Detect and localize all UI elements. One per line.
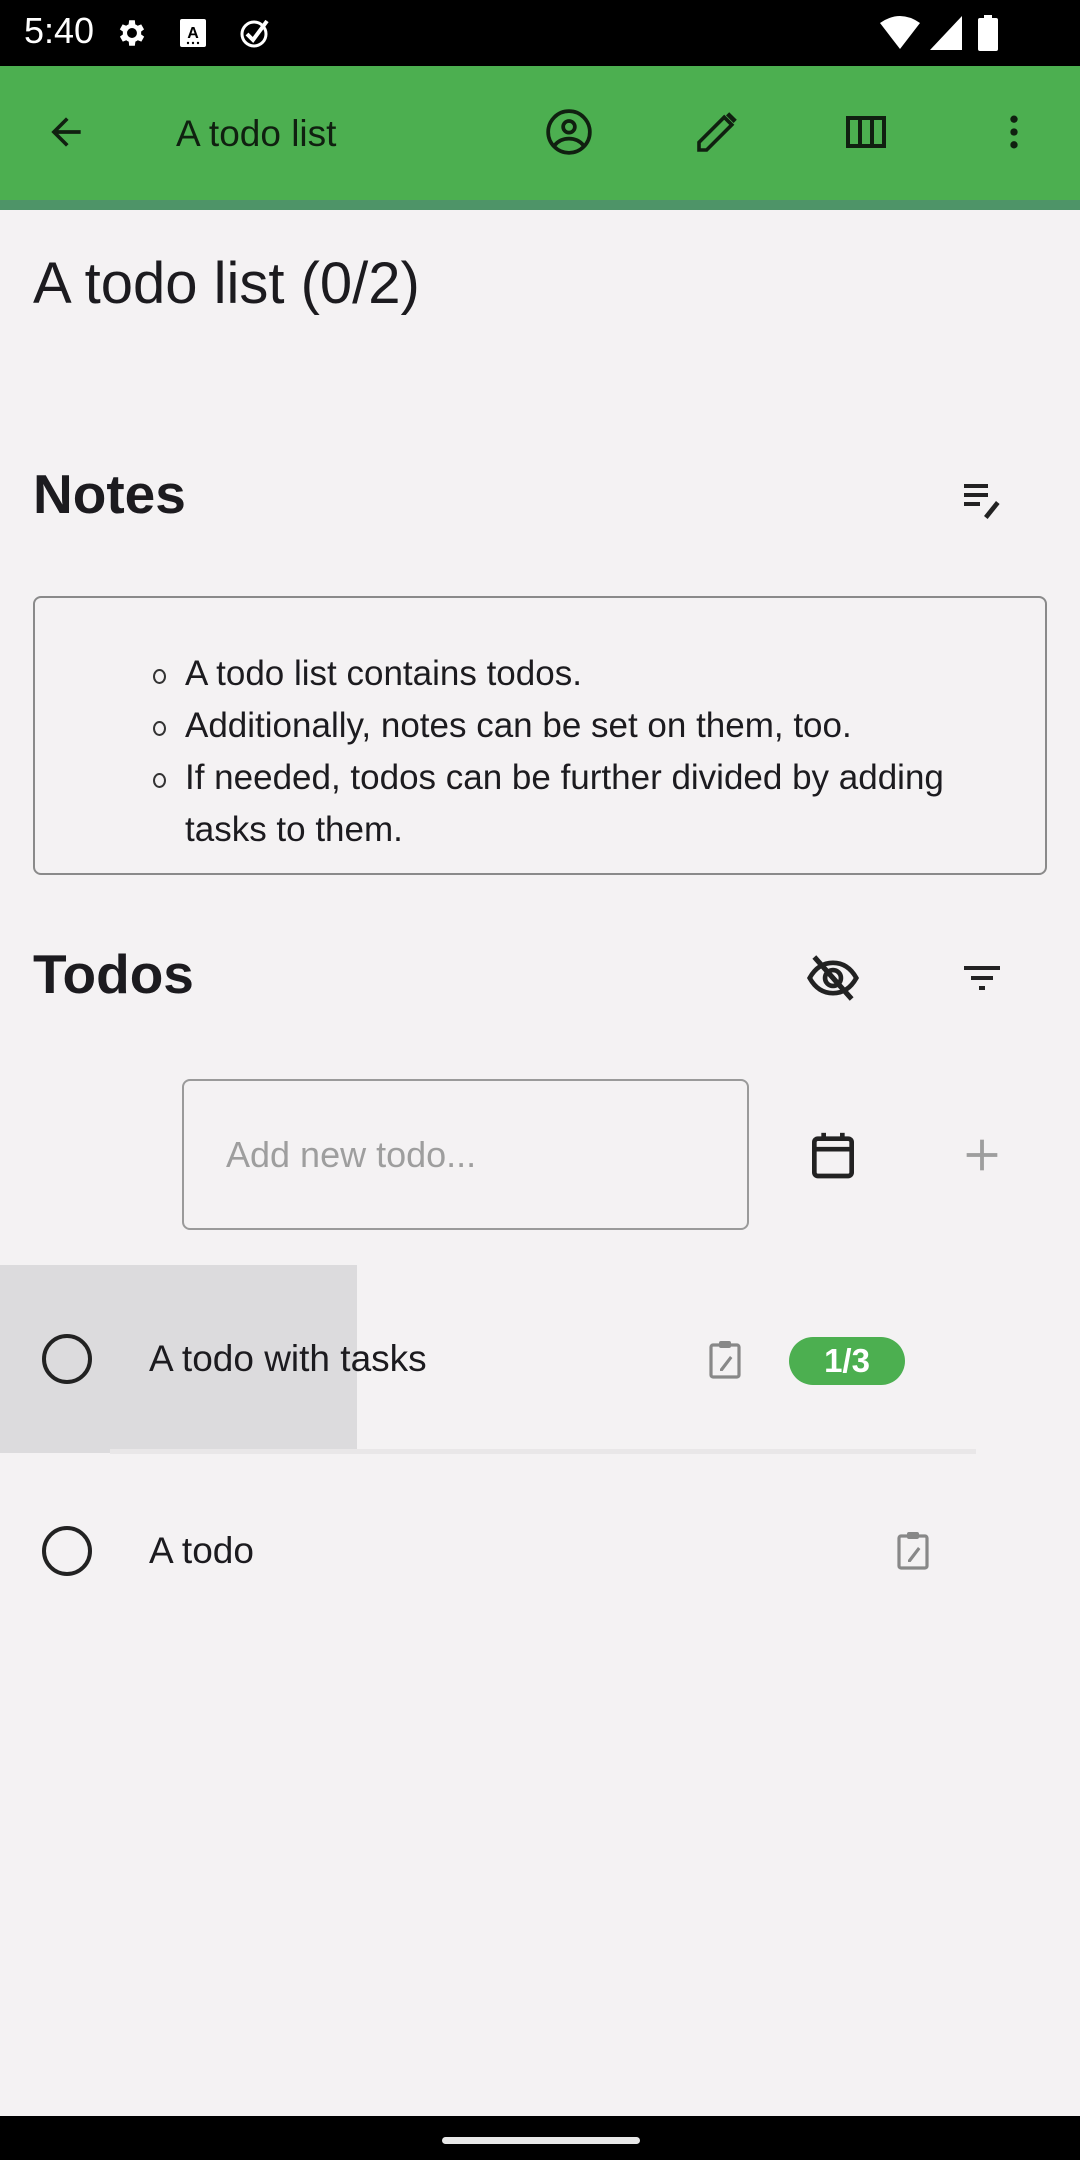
- todo-row[interactable]: A todo with tasks 1/3: [0, 1265, 1080, 1454]
- toolbar-shadow: [0, 200, 1080, 210]
- page-title: A todo list (0/2): [33, 251, 420, 316]
- plus-icon: [966, 1139, 998, 1171]
- battery-icon: [976, 14, 1000, 52]
- svg-text:A: A: [187, 25, 199, 42]
- filter-button[interactable]: [946, 942, 1018, 1014]
- edit-notes-button[interactable]: [946, 462, 1018, 534]
- cell-signal-icon: [928, 14, 964, 52]
- settings-icon: [113, 14, 151, 52]
- todo-label: A todo: [149, 1530, 254, 1571]
- row-divider: [110, 1449, 976, 1454]
- toggle-hide-done-button[interactable]: [797, 942, 869, 1014]
- task-progress-badge: 1/3: [789, 1337, 905, 1385]
- notes-heading: Notes: [33, 463, 186, 525]
- keyboard-a-icon: A: [174, 14, 212, 52]
- board-view-button[interactable]: [833, 99, 899, 165]
- edit-list-button[interactable]: [684, 99, 750, 165]
- wifi-icon: [880, 14, 920, 52]
- arrow-left-icon: [51, 117, 81, 147]
- filter-icon: [964, 966, 1000, 990]
- edit-notes-icon: [964, 484, 1000, 519]
- more-vert-icon: [1010, 115, 1018, 149]
- notes-clipboard-icon: [708, 1339, 742, 1384]
- notes-list: A todo list contains todos. Additionally…: [153, 648, 1005, 856]
- back-button[interactable]: [33, 99, 99, 165]
- due-date-button[interactable]: [797, 1119, 869, 1191]
- notes-item: Additionally, notes can be set on them, …: [153, 700, 1005, 752]
- toolbar-title: A todo list: [176, 113, 337, 154]
- notes-item: A todo list contains todos.: [153, 648, 1005, 700]
- pencil-icon: [697, 112, 737, 152]
- account-circle-icon: [546, 109, 592, 155]
- todo-row[interactable]: A todo: [0, 1456, 1080, 1644]
- todo-checkbox[interactable]: [42, 1334, 92, 1384]
- status-bar: 5:40 A: [0, 0, 1080, 66]
- eye-off-icon: [806, 955, 860, 1001]
- add-todo-input[interactable]: [182, 1079, 749, 1230]
- account-button[interactable]: [536, 99, 602, 165]
- columns-icon: [846, 116, 886, 148]
- check-badge-icon: [236, 14, 274, 52]
- notes-box[interactable]: A todo list contains todos. Additionally…: [33, 596, 1047, 875]
- notes-clipboard-icon: [896, 1530, 930, 1575]
- more-options-button[interactable]: [981, 99, 1047, 165]
- notes-item: If needed, todos can be further divided …: [153, 752, 1005, 856]
- todo-checkbox[interactable]: [42, 1526, 92, 1576]
- todo-label: A todo with tasks: [149, 1338, 427, 1379]
- home-gesture-handle[interactable]: [442, 2137, 640, 2144]
- add-todo-button[interactable]: [946, 1119, 1018, 1191]
- todos-heading: Todos: [33, 943, 194, 1005]
- status-time: 5:40: [24, 10, 95, 51]
- calendar-icon: [812, 1132, 854, 1179]
